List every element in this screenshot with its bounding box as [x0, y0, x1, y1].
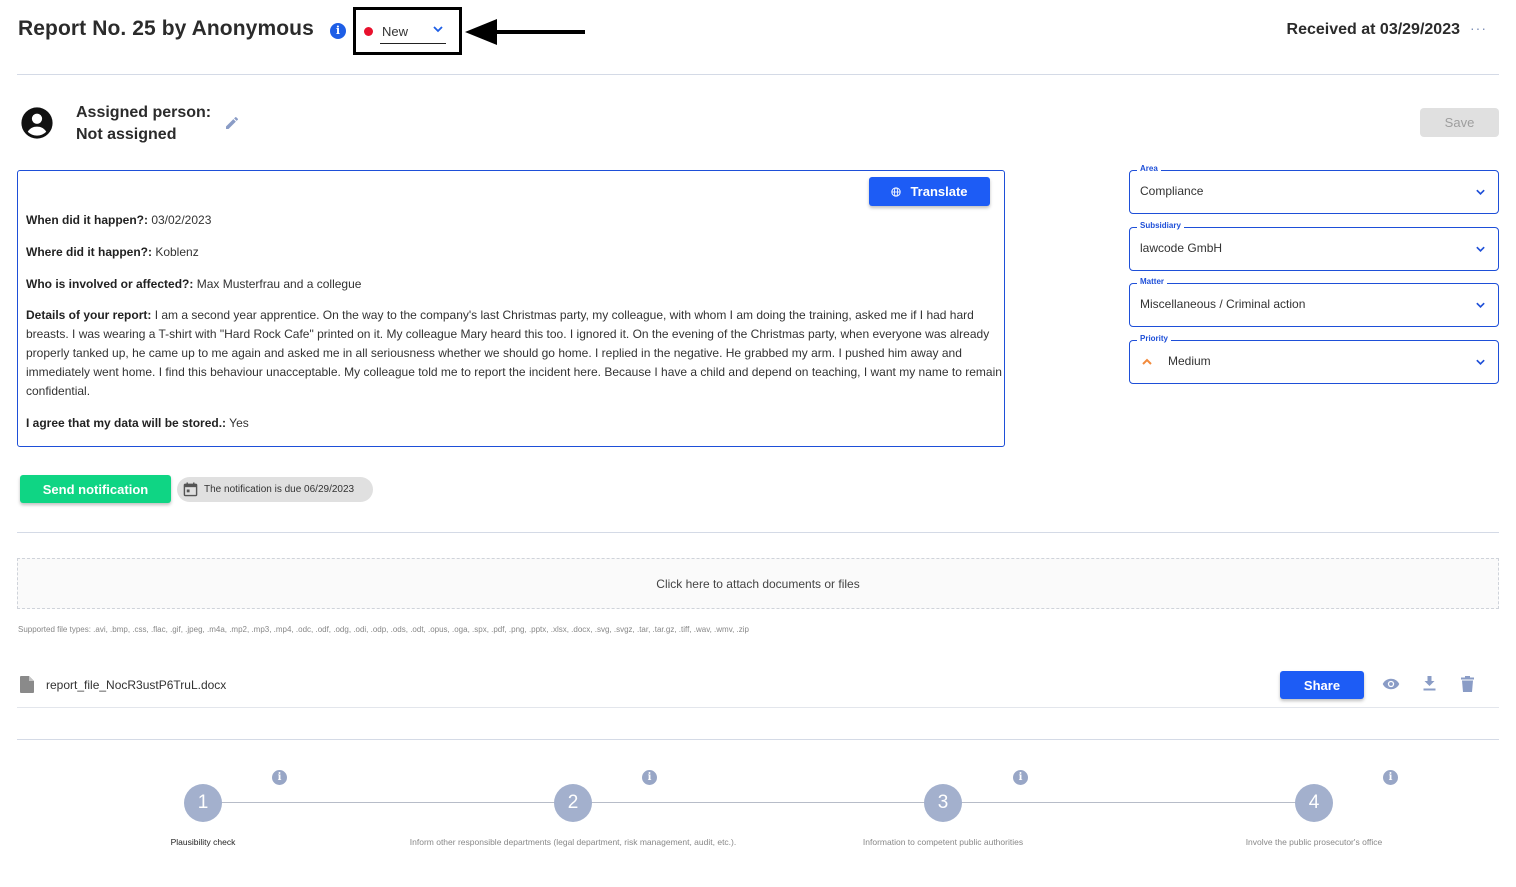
step-2-label: Inform other responsible departments (le… — [409, 837, 737, 847]
report-content-box: Translate When did it happen?: 03/02/202… — [17, 170, 1005, 447]
divider — [17, 707, 1499, 708]
status-select[interactable]: New — [364, 20, 446, 44]
translate-label: Translate — [910, 184, 968, 199]
assigned-person-value: Not assigned — [76, 126, 177, 143]
matter-select[interactable]: Matter Miscellaneous / Criminal action — [1129, 276, 1499, 327]
page-title: Report No. 25 by Anonymous — [18, 17, 314, 40]
edit-pencil-icon[interactable] — [224, 115, 240, 131]
notification-due-chip: The notification is due 06/29/2023 — [177, 477, 373, 502]
file-drop-zone[interactable]: Click here to attach documents or files — [17, 558, 1499, 609]
arrow-left-icon — [465, 19, 585, 45]
divider — [17, 532, 1499, 533]
step-connector — [961, 802, 1296, 803]
step-2-info-icon[interactable]: i — [642, 770, 657, 785]
info-icon[interactable]: i — [330, 23, 346, 39]
chevron-down-icon — [433, 26, 443, 33]
divider — [17, 739, 1499, 740]
report-field-who: Who is involved or affected?: Max Muster… — [26, 277, 362, 291]
translate-button[interactable]: Translate — [869, 177, 990, 206]
download-icon[interactable] — [1423, 676, 1436, 691]
step-3-info-icon[interactable]: i — [1013, 770, 1028, 785]
chevron-down-icon — [1476, 302, 1485, 309]
status-value: New — [382, 24, 409, 39]
share-button[interactable]: Share — [1280, 671, 1364, 699]
step-4-info-icon[interactable]: i — [1383, 770, 1398, 785]
assigned-person: Assigned person: Not assigned — [76, 102, 211, 146]
trash-icon[interactable] — [1461, 676, 1474, 692]
assigned-person-label: Assigned person: — [76, 104, 212, 121]
step-1-info-icon[interactable]: i — [272, 770, 287, 785]
priority-select[interactable]: Priority Medium — [1129, 333, 1499, 384]
report-field-consent: I agree that my data will be stored.: Ye… — [26, 416, 249, 430]
area-value: Compliance — [1140, 184, 1204, 198]
more-options-icon[interactable]: ··· — [1470, 20, 1487, 36]
drop-zone-text: Click here to attach documents or files — [656, 576, 860, 591]
globe-icon — [891, 186, 902, 197]
step-2-circle[interactable]: 2 — [554, 784, 592, 822]
calendar-icon — [183, 482, 198, 497]
step-4-label: Involve the public prosecutor's office — [1245, 837, 1383, 847]
area-select[interactable]: Area Compliance — [1129, 163, 1499, 214]
priority-label: Priority — [1137, 333, 1172, 345]
status-dot-icon — [364, 27, 373, 36]
step-3-circle[interactable]: 3 — [924, 784, 962, 822]
received-date: Received at 03/29/2023 — [1286, 21, 1460, 38]
divider — [17, 74, 1499, 75]
subsidiary-label: Subsidiary — [1137, 220, 1184, 232]
file-icon — [20, 676, 34, 693]
eye-icon[interactable] — [1382, 677, 1400, 691]
priority-medium-icon — [1142, 358, 1152, 365]
step-connector — [221, 802, 555, 803]
report-field-details: Details of your report: I am a second ye… — [26, 308, 1002, 398]
step-connector — [591, 802, 925, 803]
send-notification-button[interactable]: Send notification — [20, 475, 171, 503]
avatar-icon — [21, 107, 53, 139]
chevron-down-icon — [1476, 359, 1485, 366]
subsidiary-value: lawcode GmbH — [1140, 241, 1223, 255]
notification-due-text: The notification is due 06/29/2023 — [204, 484, 355, 495]
file-name[interactable]: report_file_NocR3ustP6TruL.docx — [46, 678, 226, 692]
supported-file-types: Supported file types: .avi, .bmp, .css, … — [18, 625, 750, 634]
chevron-down-icon — [1476, 246, 1485, 253]
chevron-down-icon — [1476, 189, 1485, 196]
step-1-circle[interactable]: 1 — [184, 784, 222, 822]
step-1-label: Plausibility check — [170, 837, 236, 847]
report-field-when: When did it happen?: 03/02/2023 — [26, 213, 212, 227]
status-highlight-box: New — [353, 7, 462, 55]
step-4-circle[interactable]: 4 — [1295, 784, 1333, 822]
matter-label: Matter — [1137, 276, 1168, 288]
report-field-where: Where did it happen?: Koblenz — [26, 245, 199, 259]
save-button[interactable]: Save — [1420, 108, 1499, 137]
area-label: Area — [1137, 163, 1161, 175]
subsidiary-select[interactable]: Subsidiary lawcode GmbH — [1129, 220, 1499, 271]
step-3-label: Information to competent public authorit… — [862, 837, 1024, 847]
priority-value: Medium — [1168, 354, 1211, 368]
matter-value: Miscellaneous / Criminal action — [1140, 297, 1306, 311]
